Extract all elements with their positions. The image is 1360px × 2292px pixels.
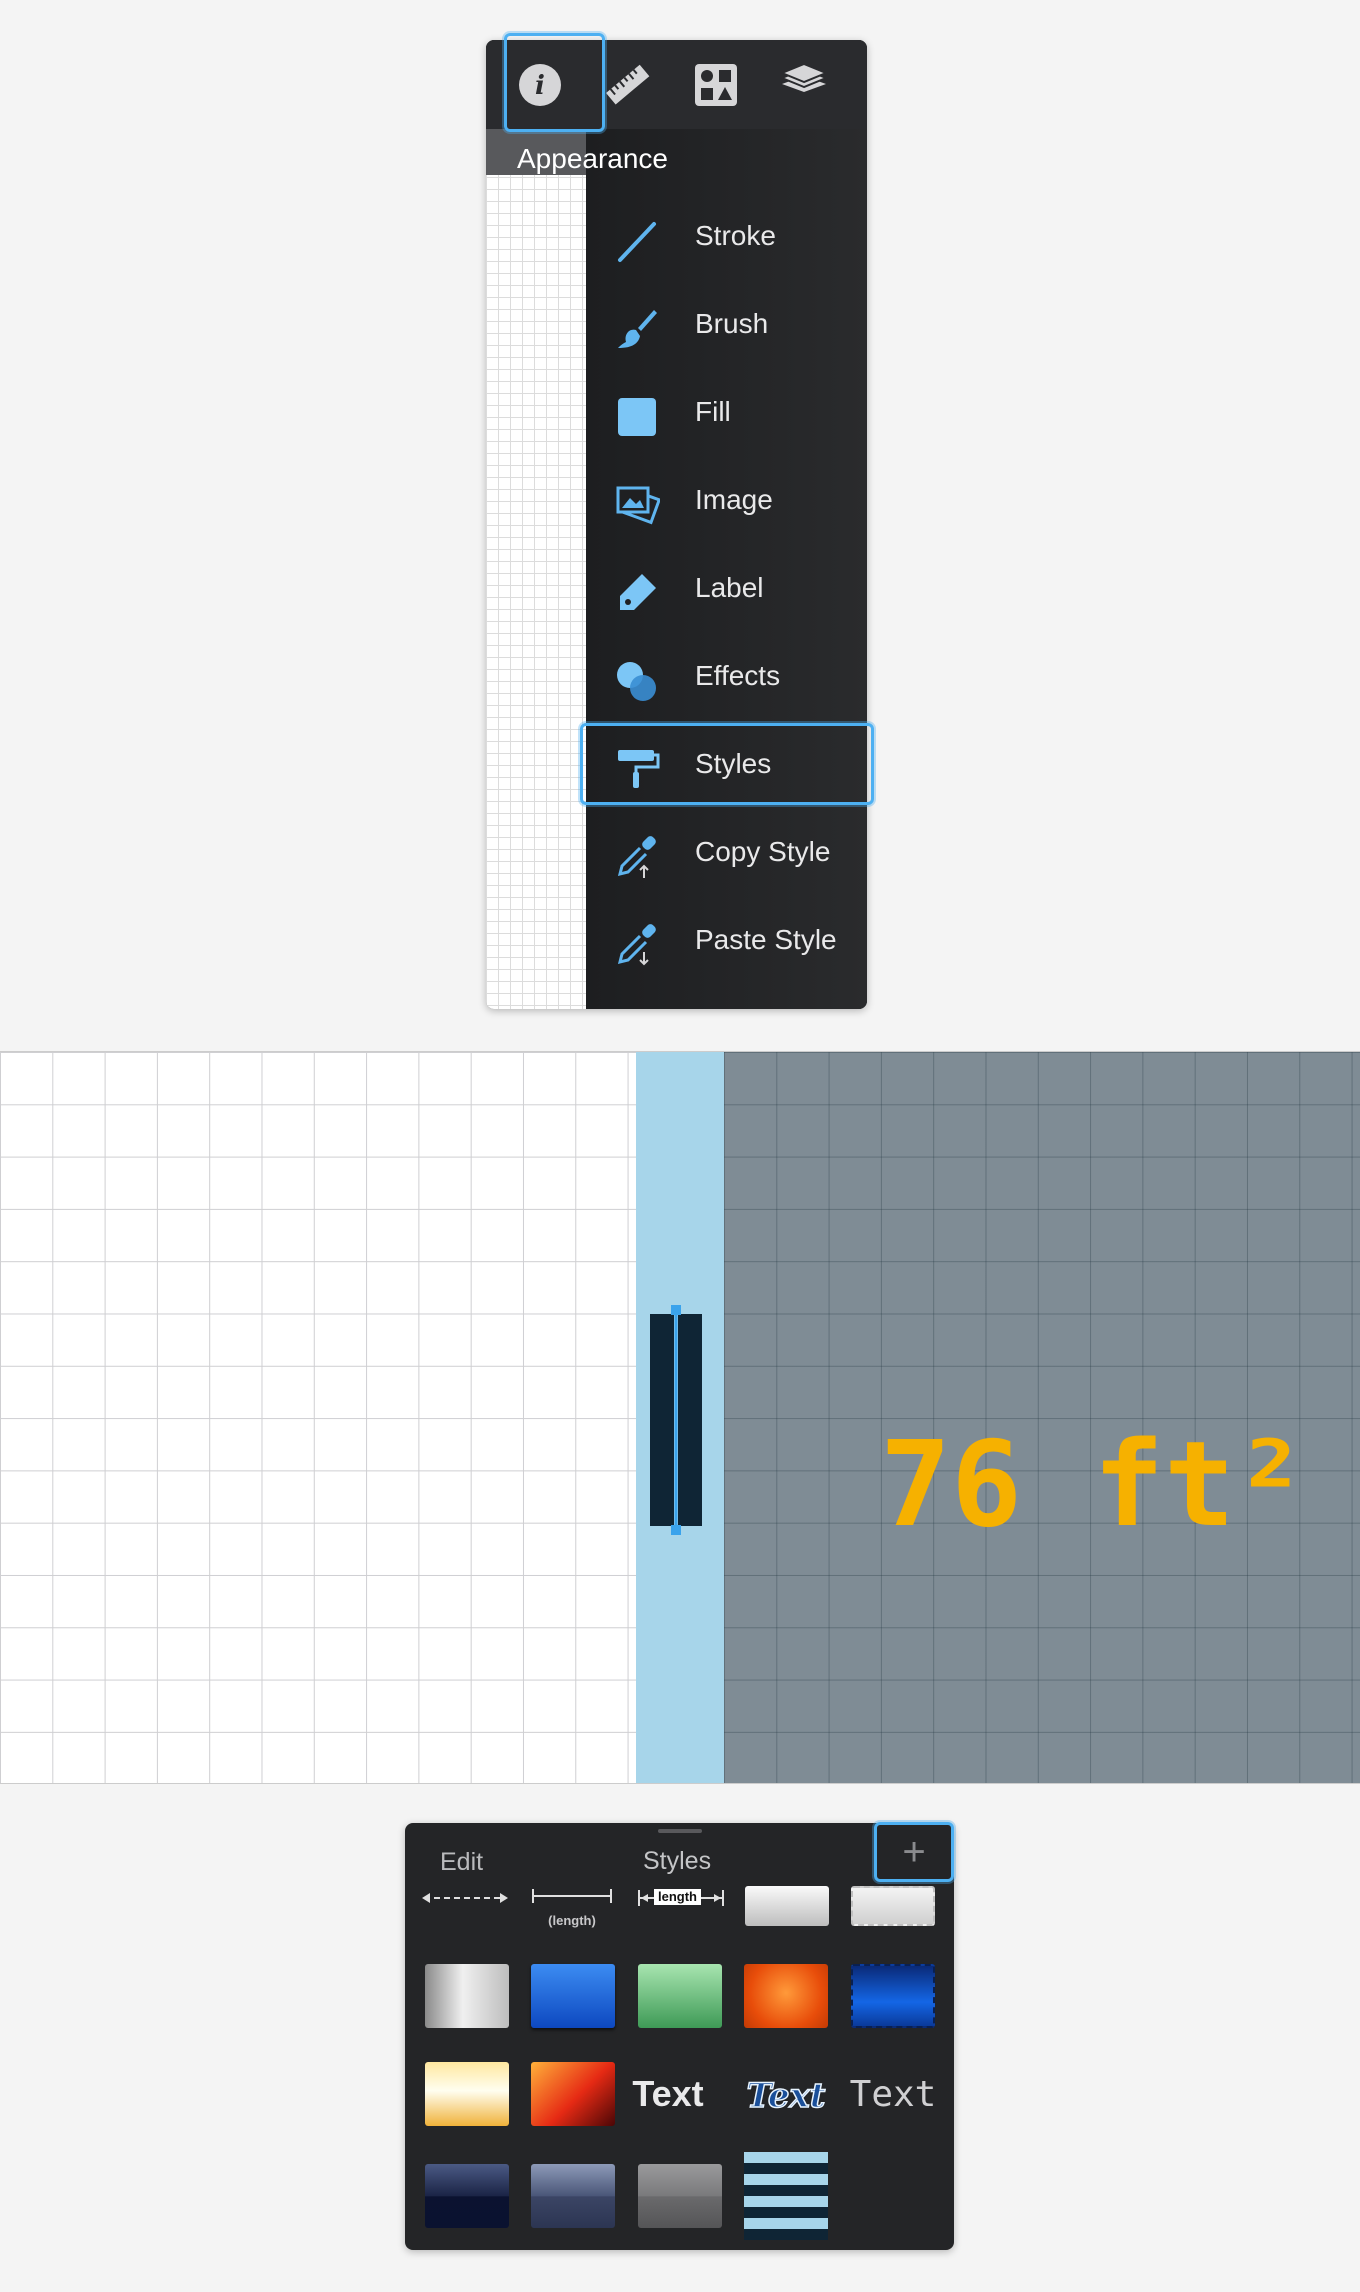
copy-style-eyedropper-icon <box>617 836 656 878</box>
label-tag-icon <box>620 574 656 610</box>
menu-item-brush[interactable]: Brush <box>586 284 874 364</box>
menu-item-label: Label <box>695 572 764 603</box>
menu-item-label: Image <box>695 484 773 515</box>
style-swatch-gray[interactable] <box>638 2164 722 2228</box>
text-sample: Text <box>849 2073 937 2115</box>
shapes-library-icon <box>695 63 737 106</box>
text-sample: Text <box>746 2075 827 2117</box>
room-area-label: 76 ft² <box>880 1415 1307 1553</box>
style-swatch-dimension-dashed[interactable] <box>420 1886 510 1910</box>
style-swatch-text-outlined[interactable]: Text <box>736 2066 836 2126</box>
style-swatch-fire[interactable] <box>531 2062 615 2126</box>
canvas-preview <box>486 129 586 1009</box>
style-swatch-blue[interactable] <box>531 1964 615 2028</box>
style-swatch-dimension-length[interactable]: (length) <box>527 1886 617 1928</box>
style-swatch-slate[interactable] <box>531 2164 615 2228</box>
dimension-length-text: length <box>654 1889 701 1905</box>
layers-icon <box>779 62 829 92</box>
menu-item-label: Copy Style <box>695 836 831 867</box>
image-icon <box>616 486 660 525</box>
effects-icon <box>617 662 656 701</box>
add-button-highlight <box>874 1822 954 1882</box>
stroke-icon <box>618 222 656 262</box>
style-swatch-dark-navy[interactable] <box>425 2164 509 2228</box>
shapes-tab-button[interactable] <box>672 40 760 129</box>
style-swatch-text-typewriter[interactable]: Text <box>843 2064 943 2124</box>
menu-header: Appearance <box>517 143 669 174</box>
menu-item-paste-style[interactable]: Paste Style <box>586 900 874 980</box>
menu-item-effects[interactable]: Effects <box>586 636 874 716</box>
drag-handle[interactable] <box>658 1829 702 1833</box>
styles-title: Styles <box>643 1847 712 1875</box>
menu-item-copy-style[interactable]: Copy Style <box>586 812 874 892</box>
info-tab-highlight <box>504 33 605 132</box>
style-swatch-navy-dashed[interactable] <box>851 1964 935 2028</box>
layers-tab-button[interactable] <box>760 40 848 129</box>
style-swatch-striped-wall[interactable] <box>744 2152 828 2240</box>
fill-icon <box>618 398 656 436</box>
menu-item-label: Fill <box>695 396 731 427</box>
text-sample: Text <box>632 2073 704 2114</box>
style-swatch-orange[interactable] <box>744 1964 828 2028</box>
menu-item-fill[interactable]: Fill <box>586 372 874 452</box>
styles-item-highlight <box>580 723 874 805</box>
menu-item-image[interactable]: Image <box>586 460 874 540</box>
selection-handle-bottom <box>671 1525 681 1535</box>
style-swatch-dimension-boxed[interactable]: length <box>636 1886 726 1910</box>
dimension-line-icon <box>532 1889 612 1903</box>
dimension-length-caption: (length) <box>548 1913 596 1928</box>
style-swatch-silver[interactable] <box>425 1964 509 2028</box>
menu-item-label: Brush <box>695 308 769 339</box>
menu-item-label-tool[interactable]: Label <box>586 548 874 628</box>
brush-icon <box>618 310 657 348</box>
menu-item-label: Paste Style <box>695 924 837 955</box>
style-swatch-gold[interactable] <box>425 2062 509 2126</box>
selected-door-shape[interactable] <box>640 1302 720 1582</box>
style-swatch-text-bold[interactable]: Text <box>618 2064 718 2124</box>
menu-item-stroke[interactable]: Stroke <box>586 196 874 276</box>
style-swatch-light-gradient[interactable] <box>745 1886 829 1926</box>
paste-style-eyedropper-icon <box>617 924 656 966</box>
selection-handle-top <box>671 1305 681 1315</box>
menu-item-label: Effects <box>695 660 781 691</box>
style-swatch-dashed-light[interactable] <box>851 1886 935 1926</box>
edit-button[interactable]: Edit <box>440 1848 483 1877</box>
menu-item-label: Stroke <box>695 220 776 251</box>
style-swatch-green[interactable] <box>638 1964 722 2028</box>
empty-grid-area <box>0 1052 636 1783</box>
ruler-icon <box>606 64 650 105</box>
